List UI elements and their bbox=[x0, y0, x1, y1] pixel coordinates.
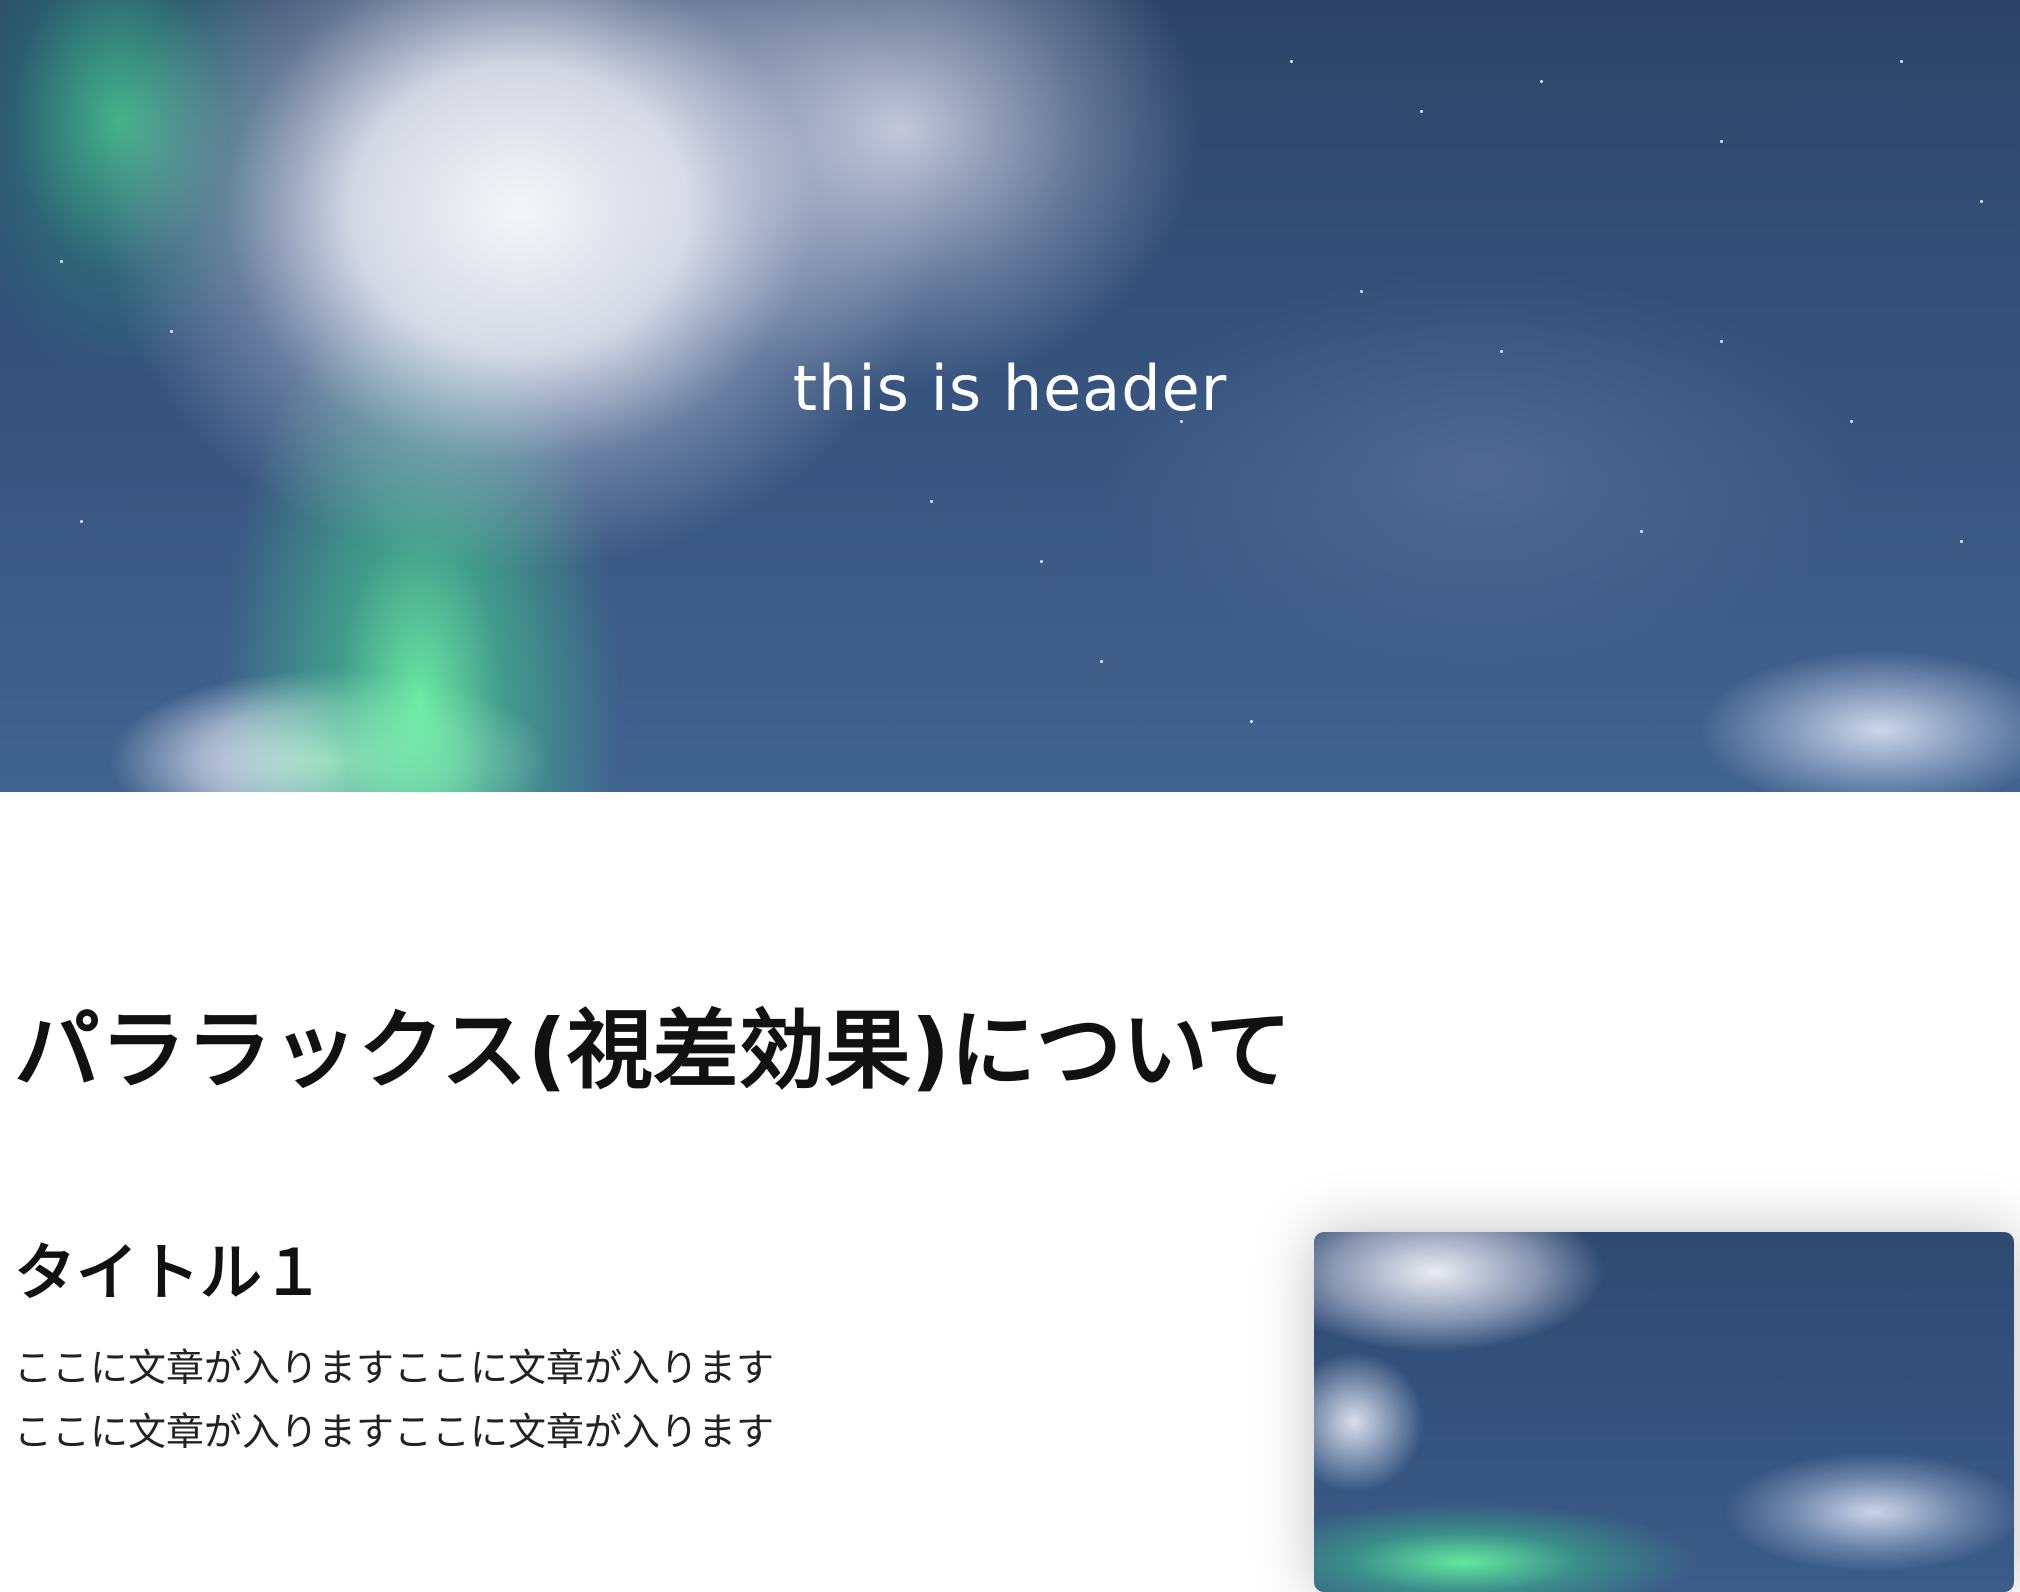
body-line: ここに文章が入りますここに文章が入ります bbox=[14, 1410, 775, 1454]
aurora-image bbox=[1314, 1232, 2014, 1592]
page-title: this is header bbox=[792, 352, 1228, 425]
body-line: ここに文章が入りますここに文章が入ります bbox=[14, 1346, 775, 1390]
main-heading: パララックス(視差効果)について bbox=[14, 1001, 1292, 1101]
hero-header: this is header bbox=[0, 0, 2020, 792]
section-title: タイトル１ bbox=[14, 1236, 325, 1309]
section-body: ここに文章が入りますここに文章が入ります ここに文章が入りますここに文章が入りま… bbox=[14, 1336, 774, 1464]
